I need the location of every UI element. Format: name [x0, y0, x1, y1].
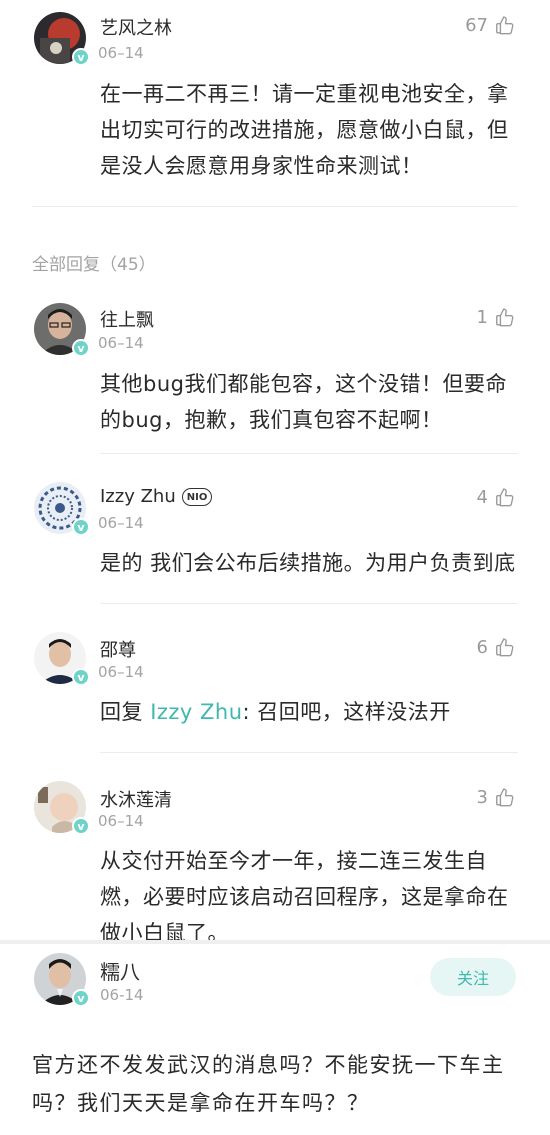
like-button[interactable]: 6	[477, 636, 516, 658]
divider	[100, 603, 518, 604]
avatar[interactable]: v	[34, 632, 90, 686]
reply-author[interactable]: 水沐莲清	[100, 786, 172, 812]
like-count: 3	[476, 786, 488, 808]
comment-date: 06–14	[98, 44, 144, 62]
reply-text: 回复 Izzy Zhu: 召回吧，这样没法开	[100, 694, 520, 730]
like-count: 4	[476, 486, 488, 508]
verified-icon: v	[72, 989, 90, 1007]
nio-badge: NIO	[181, 488, 213, 506]
reply-date: 06–14	[98, 812, 144, 830]
verified-icon: v	[72, 817, 90, 835]
thumbs-up-icon	[494, 306, 516, 328]
thumbs-up-icon	[494, 786, 516, 808]
follow-button[interactable]: 关注	[430, 958, 516, 996]
like-count: 6	[476, 636, 488, 658]
like-button[interactable]: 67	[465, 14, 516, 36]
reply-text: 是的 我们会公布后续措施。为用户负责到底	[100, 551, 516, 575]
like-button[interactable]: 3	[477, 786, 516, 808]
comment-text: 在一再二不再三！请一定重视电池安全，拿出切实可行的改进措施，愿意做小白鼠，但是没…	[100, 82, 509, 178]
like-button[interactable]: 4	[477, 486, 516, 508]
reply-date: 06–14	[98, 663, 144, 681]
thumbs-up-icon	[494, 14, 516, 36]
verified-icon: v	[72, 339, 90, 357]
post-date: 06-14	[100, 986, 144, 1004]
thumbs-up-icon	[494, 486, 516, 508]
reply-date: 06–14	[98, 334, 144, 352]
like-button[interactable]: 1	[477, 306, 516, 328]
reply-author[interactable]: 邵尊	[100, 636, 136, 662]
thumbs-up-icon	[494, 636, 516, 658]
divider	[100, 453, 518, 454]
verified-icon: v	[72, 518, 90, 536]
reply-author[interactable]: Izzy Zhu	[100, 486, 176, 507]
like-count: 1	[476, 306, 488, 328]
reply-author[interactable]: 往上飘	[100, 306, 154, 332]
post-author[interactable]: 糯八	[100, 956, 140, 985]
comment-author[interactable]: 艺风之林	[100, 14, 172, 40]
replies-header: 全部回复（45）	[32, 255, 156, 275]
reply-to-user-link[interactable]: Izzy Zhu	[150, 700, 242, 724]
reply-prefix: 回复	[100, 700, 151, 724]
reply-content: : 召回吧，这样没法开	[242, 700, 451, 724]
reply-text: 从交付开始至今才一年，接二连三发生自燃，必要时应该启动召回程序，这是拿命在做小白…	[100, 849, 509, 945]
post-text: 官方还不发发武汉的消息吗？不能安抚一下车主吗？我们天天是拿命在开车吗？？	[32, 1053, 505, 1115]
verified-icon: v	[72, 668, 90, 686]
divider	[100, 752, 518, 753]
reply-date: 06–14	[98, 514, 144, 532]
like-count: 67	[465, 14, 488, 36]
avatar[interactable]: v	[34, 781, 90, 835]
reply-text: 其他bug我们都能包容，这个没错！但要命的bug，抱歉，我们真包容不起啊！	[100, 372, 507, 432]
avatar[interactable]: v	[34, 12, 90, 66]
verified-icon: v	[72, 48, 90, 66]
avatar[interactable]: v	[34, 482, 90, 536]
divider	[32, 206, 518, 207]
avatar[interactable]: v	[34, 953, 90, 1007]
reply-author-row[interactable]: Izzy Zhu NIO	[100, 486, 213, 507]
section-separator	[0, 940, 550, 944]
avatar[interactable]: v	[34, 303, 90, 357]
